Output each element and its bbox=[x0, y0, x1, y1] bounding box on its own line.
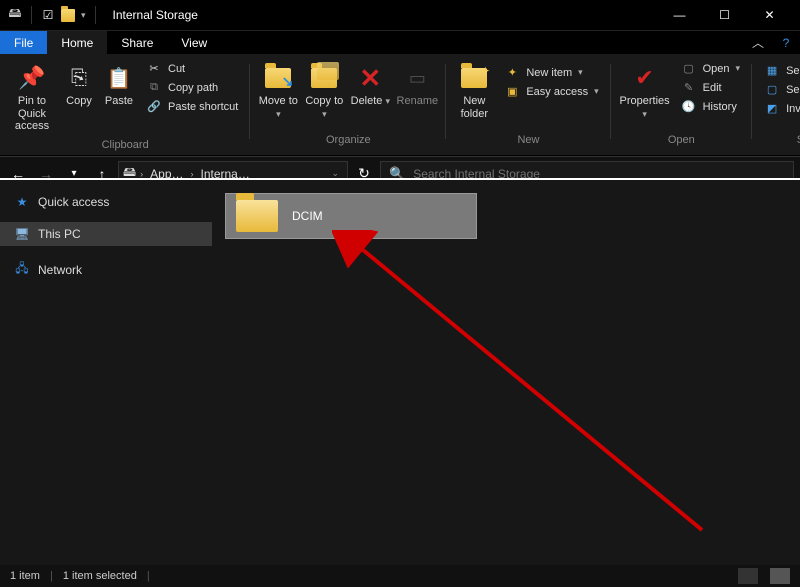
close-button[interactable]: ✕ bbox=[747, 0, 792, 30]
tab-view[interactable]: View bbox=[167, 31, 221, 54]
ribbon-group-open: ✔ Properties ▾ ▢Open ▾ ✎Edit 🕓History Op… bbox=[611, 58, 752, 155]
sidebar-item-label: This PC bbox=[38, 227, 81, 241]
ribbon: 📌 Pin to Quick access ⎘ Copy 📋 Paste ✂Cu… bbox=[0, 54, 800, 156]
cut-button[interactable]: ✂Cut bbox=[140, 60, 244, 77]
content-pane[interactable]: DCIM bbox=[212, 180, 800, 565]
move-to-button[interactable]: Move to ▾ bbox=[256, 60, 300, 124]
device-icon: 🖴 bbox=[8, 8, 22, 22]
tab-file[interactable]: File bbox=[0, 31, 47, 54]
select-none-button[interactable]: ▢Select none bbox=[758, 81, 800, 98]
view-large-icons-button[interactable] bbox=[770, 568, 790, 584]
edit-button[interactable]: ✎Edit bbox=[675, 79, 746, 96]
status-bar: 1 item | 1 item selected | bbox=[0, 565, 800, 587]
copy-path-icon: ⧉ bbox=[146, 81, 162, 94]
minimize-button[interactable]: — bbox=[657, 0, 702, 30]
sidebar-item-quick-access[interactable]: ★ Quick access bbox=[0, 190, 212, 214]
rename-button[interactable]: ▭ Rename bbox=[394, 60, 440, 112]
ribbon-tabs: File Home Share View ︿ ? bbox=[0, 30, 800, 54]
copy-icon: ⎘ bbox=[64, 64, 94, 92]
invert-selection-button[interactable]: ◩Invert selection bbox=[758, 100, 800, 117]
select-all-button[interactable]: ▦Select all bbox=[758, 62, 800, 79]
pin-quick-access-button[interactable]: 📌 Pin to Quick access bbox=[6, 60, 58, 137]
sidebar-item-network[interactable]: 🖧 Network bbox=[0, 254, 212, 285]
paste-button[interactable]: 📋 Paste bbox=[100, 60, 138, 112]
new-folder-button[interactable]: New folder bbox=[452, 60, 496, 124]
history-icon: 🕓 bbox=[681, 100, 697, 113]
view-details-button[interactable] bbox=[738, 568, 758, 584]
select-none-icon: ▢ bbox=[764, 83, 780, 96]
delete-button[interactable]: ✕ Delete ▾ bbox=[348, 60, 392, 112]
delete-icon: ✕ bbox=[355, 64, 385, 92]
properties-button[interactable]: ✔ Properties ▾ bbox=[617, 60, 673, 124]
pin-icon: 📌 bbox=[17, 64, 47, 92]
qat-folder-icon[interactable] bbox=[61, 8, 75, 22]
folder-icon bbox=[236, 200, 278, 232]
qat-dropdown-icon[interactable]: ▾ bbox=[81, 10, 86, 21]
help-button[interactable]: ? bbox=[772, 31, 800, 54]
copy-to-icon bbox=[309, 64, 339, 92]
move-to-icon bbox=[263, 64, 293, 92]
folder-item-dcim[interactable]: DCIM bbox=[226, 194, 476, 238]
maximize-button[interactable]: ☐ bbox=[702, 0, 747, 30]
paste-icon: 📋 bbox=[104, 64, 134, 92]
title-bar: 🖴 ☑ ▾ Internal Storage — ☐ ✕ bbox=[0, 0, 800, 30]
rename-icon: ▭ bbox=[402, 64, 432, 92]
open-icon: ▢ bbox=[681, 62, 697, 75]
star-icon: ★ bbox=[14, 195, 30, 209]
navigation-pane: ★ Quick access 🖥 This PC 🖧 Network bbox=[0, 180, 212, 565]
select-all-icon: ▦ bbox=[764, 64, 780, 77]
history-button[interactable]: 🕓History bbox=[675, 98, 746, 115]
copy-to-button[interactable]: Copy to ▾ bbox=[302, 60, 346, 124]
new-item-icon: ✦ bbox=[504, 66, 520, 79]
ribbon-group-select: ▦Select all ▢Select none ◩Invert selecti… bbox=[752, 58, 800, 155]
new-folder-icon bbox=[459, 64, 489, 92]
properties-icon: ✔ bbox=[630, 64, 660, 92]
ribbon-group-organize: Move to ▾ Copy to ▾ ✕ Delete ▾ ▭ Rename … bbox=[250, 58, 446, 155]
sidebar-item-label: Quick access bbox=[38, 195, 109, 209]
qat-checkbox-icon[interactable]: ☑ bbox=[41, 8, 55, 22]
sidebar-item-label: Network bbox=[38, 263, 82, 277]
network-icon: 🖧 bbox=[14, 259, 30, 280]
tab-share[interactable]: Share bbox=[107, 31, 167, 54]
folder-name: DCIM bbox=[292, 209, 323, 223]
copy-path-button[interactable]: ⧉Copy path bbox=[140, 79, 244, 96]
new-item-button[interactable]: ✦New item ▾ bbox=[498, 64, 604, 81]
window-title: Internal Storage bbox=[113, 8, 198, 22]
ribbon-group-new: New folder ✦New item ▾ ▣Easy access ▾ Ne… bbox=[446, 58, 610, 155]
monitor-icon: 🖥 bbox=[14, 227, 30, 241]
sidebar-item-this-pc[interactable]: 🖥 This PC bbox=[0, 222, 212, 246]
open-button[interactable]: ▢Open ▾ bbox=[675, 60, 746, 77]
easy-access-button[interactable]: ▣Easy access ▾ bbox=[498, 83, 604, 100]
status-selected-count: 1 item selected bbox=[63, 570, 137, 582]
status-item-count: 1 item bbox=[10, 570, 40, 582]
ribbon-group-clipboard: 📌 Pin to Quick access ⎘ Copy 📋 Paste ✂Cu… bbox=[0, 58, 250, 155]
cut-icon: ✂ bbox=[146, 62, 162, 75]
copy-button[interactable]: ⎘ Copy bbox=[60, 60, 98, 112]
easy-access-icon: ▣ bbox=[504, 85, 520, 98]
tab-home[interactable]: Home bbox=[47, 31, 107, 54]
annotation-arrow bbox=[332, 230, 752, 580]
ribbon-collapse-button[interactable]: ︿ bbox=[744, 31, 772, 54]
paste-shortcut-icon: 🔗 bbox=[146, 100, 162, 113]
paste-shortcut-button[interactable]: 🔗Paste shortcut bbox=[140, 98, 244, 115]
invert-selection-icon: ◩ bbox=[764, 102, 780, 115]
edit-icon: ✎ bbox=[681, 81, 697, 94]
